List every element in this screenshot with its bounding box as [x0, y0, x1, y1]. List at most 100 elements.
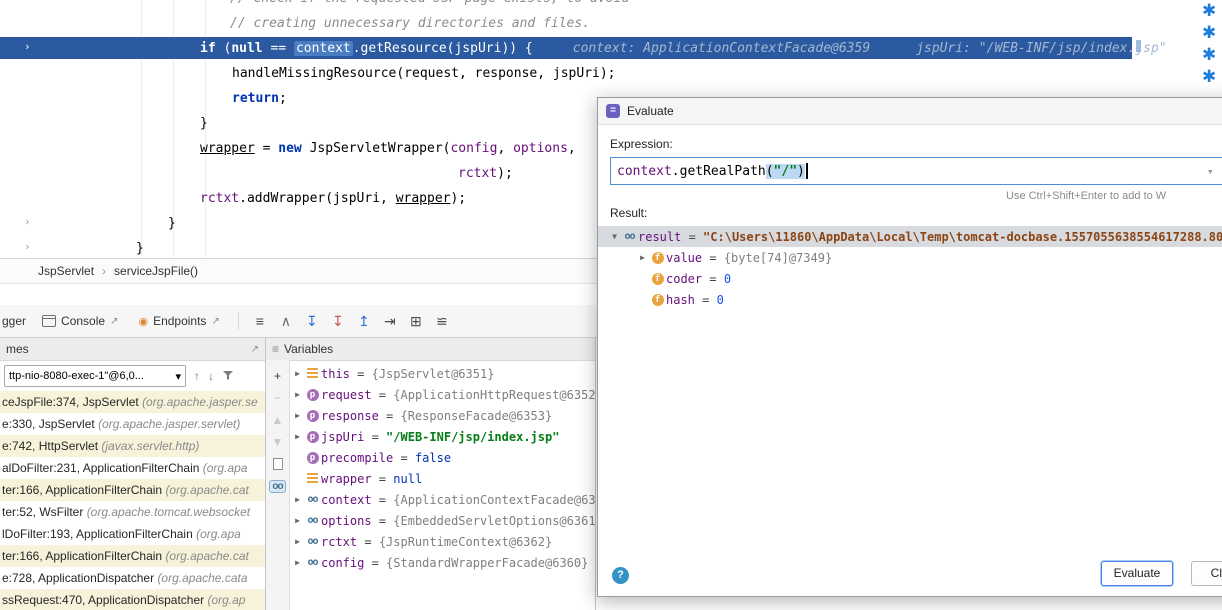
jump-arrow-icon[interactable]: ↗	[251, 344, 259, 355]
variable-row[interactable]: ▶oorctxt = {JspRuntimeContext@6362}	[291, 531, 595, 552]
equals-sign: =	[357, 535, 379, 549]
jump-arrow-icon: ↗	[110, 316, 118, 327]
collapsed-arrow-icon[interactable]: ▶	[291, 411, 304, 420]
frames-list: ceJspFile:374, JspServlet (org.apache.ja…	[0, 391, 265, 610]
variable-row[interactable]: ▶pjspUri = "/WEB-INF/jsp/index.jsp"	[291, 426, 595, 447]
run-to-cursor-icon[interactable]: ⇥	[377, 313, 403, 330]
step-over-icon[interactable]: ↧	[299, 313, 325, 330]
local-variable-icon	[307, 368, 318, 379]
gear-icons-column: ✱ ✱ ✱ ✱	[1202, 2, 1222, 102]
variable-value: {ApplicationHttpRequest@6352}	[393, 388, 595, 402]
stack-frame[interactable]: ter:52, WsFilter (org.apache.tomcat.webs…	[0, 501, 265, 523]
variable-row[interactable]: ▶oooptions = {EmbeddedServletOptions@636…	[291, 510, 595, 531]
variable-row[interactable]: wrapper = null	[291, 468, 595, 489]
variable-value: {StandardWrapperFacade@6360}	[386, 556, 588, 570]
show-watches-button[interactable]: oo	[269, 480, 285, 493]
result-row[interactable]: ▼ oo result = "C:\Users\11860\AppData\Lo…	[598, 226, 1222, 247]
next-frame-button[interactable]: ↓	[208, 369, 214, 383]
result-child-row[interactable]: fcoder = 0	[610, 268, 1222, 289]
move-down-button[interactable]: ▼	[272, 436, 284, 448]
collapsed-arrow-icon[interactable]: ▶	[291, 537, 304, 546]
field-watch-icon: oo	[307, 494, 317, 505]
collapsed-arrow-icon[interactable]: ▶	[291, 558, 304, 567]
fold-arrow-icon[interactable]: ›	[24, 216, 31, 227]
tab-console[interactable]: Console ↗	[32, 305, 128, 337]
fold-arrow-icon[interactable]: ›	[24, 41, 31, 52]
result-child-row[interactable]: ▶fvalue = {byte[74]@7349}	[610, 247, 1222, 268]
collapse-all-icon[interactable]: ∧	[273, 313, 299, 330]
stack-frame[interactable]: ceJspFile:374, JspServlet (org.apache.ja…	[0, 391, 265, 413]
thread-selector[interactable]: ttp-nio-8080-exec-1"@6,0... ▾	[4, 365, 186, 387]
variable-name: response	[321, 409, 379, 423]
view-as-table-icon[interactable]: ⊞	[403, 313, 429, 330]
gear-icon[interactable]: ✱	[1202, 2, 1216, 20]
variable-name: context	[321, 493, 372, 507]
variable-row[interactable]: ▶oocontext = {ApplicationContextFacade@6…	[291, 489, 595, 510]
fold-arrow-icon[interactable]: ›	[24, 241, 31, 252]
variable-row[interactable]: ▶prequest = {ApplicationHttpRequest@6352…	[291, 384, 595, 405]
stack-frame[interactable]: lDoFilter:193, ApplicationFilterChain (o…	[0, 523, 265, 545]
collapsed-arrow-icon[interactable]: ▶	[291, 369, 304, 378]
stack-frame[interactable]: ssRequest:470, ApplicationDispatcher (or…	[0, 589, 265, 610]
gear-icon[interactable]: ✱	[1202, 24, 1216, 42]
breadcrumb-class[interactable]: JspServlet	[38, 264, 94, 278]
equals-sign: =	[372, 493, 394, 507]
variable-name: hash	[666, 293, 695, 307]
variable-value: "/WEB-INF/jsp/index.jsp"	[386, 430, 559, 444]
frames-panel: mes ↗ ttp-nio-8080-exec-1"@6,0... ▾ ↑ ↓ …	[0, 338, 266, 610]
code-line: if (null == context.getResource(jspUri))…	[200, 38, 1167, 60]
stack-frame[interactable]: e:742, HttpServlet (javax.servlet.http)	[0, 435, 265, 457]
collapsed-arrow-icon[interactable]: ▶	[291, 432, 304, 441]
code-line: handleMissingResource(request, response,…	[232, 63, 616, 85]
collapsed-arrow-icon[interactable]: ▶	[636, 253, 649, 262]
variables-header: ≡ Variables	[266, 338, 595, 361]
variable-name: rctxt	[321, 535, 357, 549]
code-line: return;	[232, 88, 287, 110]
variable-name: jspUri	[321, 430, 364, 444]
field-icon: f	[652, 273, 664, 285]
stack-frame[interactable]: alDoFilter:231, ApplicationFilterChain (…	[0, 457, 265, 479]
breadcrumb-method[interactable]: serviceJspFile()	[114, 264, 198, 278]
hamburger-menu-icon[interactable]: ≡	[247, 313, 273, 329]
previous-frame-button[interactable]: ↑	[194, 369, 200, 383]
collapsed-arrow-icon[interactable]: ▶	[291, 390, 304, 399]
history-chevron-icon[interactable]: ▾	[1207, 165, 1214, 178]
step-out-icon[interactable]: ↥	[351, 313, 377, 330]
add-watch-button[interactable]: +	[274, 370, 281, 382]
stack-frame[interactable]: ter:166, ApplicationFilterChain (org.apa…	[0, 479, 265, 501]
stack-frame[interactable]: e:728, ApplicationDispatcher (org.apache…	[0, 567, 265, 589]
variable-row[interactable]: ▶ooconfig = {StandardWrapperFacade@6360}	[291, 552, 595, 573]
stack-frame[interactable]: ter:166, ApplicationFilterChain (org.apa…	[0, 545, 265, 567]
close-button[interactable]: Close	[1191, 561, 1222, 586]
expanded-arrow-icon[interactable]: ▼	[608, 232, 621, 241]
gear-icon[interactable]: ✱	[1202, 46, 1216, 64]
gear-icon[interactable]: ✱	[1202, 68, 1216, 86]
tab-debugger-partial[interactable]: gger	[0, 314, 32, 328]
tab-endpoints[interactable]: ◉ Endpoints ↗	[128, 305, 229, 337]
help-button[interactable]: ?	[612, 567, 629, 584]
remove-watch-button[interactable]: −	[274, 392, 281, 404]
variable-row[interactable]: pprecompile = false	[291, 447, 595, 468]
code-line: // creating unnecessary directories and …	[230, 13, 590, 35]
stack-frame[interactable]: e:330, JspServlet (org.apache.jasper.ser…	[0, 413, 265, 435]
copy-value-button[interactable]	[273, 458, 283, 470]
variable-row[interactable]: ▶presponse = {ResponseFacade@6353}	[291, 405, 595, 426]
variable-row[interactable]: ▶this = {JspServlet@6351}	[291, 363, 595, 384]
variables-panel: ≡ Variables + − ▲ ▼ oo ▶this = {JspServlet@6…	[266, 338, 596, 610]
evaluate-button[interactable]: Evaluate	[1101, 561, 1173, 586]
collapsed-arrow-icon[interactable]: ▶	[291, 516, 304, 525]
filter-funnel-icon[interactable]	[222, 369, 234, 384]
result-child-row[interactable]: fhash = 0	[610, 289, 1222, 310]
layout-settings-icon[interactable]: ≌	[429, 313, 455, 330]
variable-value: {ResponseFacade@6353}	[400, 409, 552, 423]
evaluate-dialog-titlebar[interactable]: = Evaluate	[598, 98, 1222, 125]
variable-name: config	[321, 556, 364, 570]
move-up-button[interactable]: ▲	[272, 414, 284, 426]
parameter-icon: p	[307, 410, 319, 422]
variable-name: coder	[666, 272, 702, 286]
chevron-right-icon: ›	[102, 264, 106, 278]
expression-input[interactable]: context.getRealPath("/") ▾	[610, 157, 1222, 185]
equals-sign: =	[372, 514, 394, 528]
collapsed-arrow-icon[interactable]: ▶	[291, 495, 304, 504]
force-step-over-icon[interactable]: ↧	[325, 313, 351, 330]
